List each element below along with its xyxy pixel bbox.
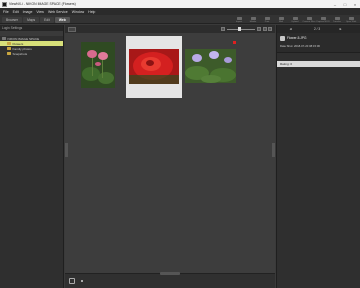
tab-maps[interactable]: Maps [23,16,40,23]
folder-icon [7,47,11,50]
menu-file[interactable]: File [3,10,9,14]
menu-help[interactable]: Help [88,10,95,14]
image-count: 2 / 3 [314,27,321,31]
window-title: ViewNX-i - NIKON IMAGE SPACE (Flowers) [9,2,76,6]
tree-item-snapshots[interactable]: Snapshots [0,51,63,56]
capture-icon [320,16,326,20]
thumbnail-size-slider[interactable] [227,27,255,31]
main-toolbar: Browser Maps Edit Web Import Mobile Prin… [0,15,360,24]
transfer-button[interactable]: Transfer [330,15,344,24]
upload-icon [292,16,298,20]
thumbnail-flower-3[interactable] [185,49,236,83]
transfer-icon [334,16,340,20]
thumbnail-flower-1[interactable] [81,42,115,88]
close-button[interactable]: × [350,0,360,8]
menu-web-service[interactable]: Web Service [48,10,68,14]
collapse-left-panel-handle[interactable] [65,143,68,157]
import-icon [236,16,242,20]
left-panel: Login Settings NIKON IMAGE SPACE Flowers… [0,25,64,288]
view-mode-dropdown[interactable] [68,26,76,32]
menu-view[interactable]: View [36,10,44,14]
next-image-button[interactable]: ► [339,27,342,31]
tab-edit[interactable]: Edit [40,16,54,23]
flower-photo-1 [81,42,115,88]
film-strip-handle[interactable] [160,272,180,275]
app-icon [2,1,7,7]
previous-image-button[interactable]: ◄ [289,27,292,31]
menu-edit[interactable]: Edit [13,10,19,14]
import-button[interactable]: Import [232,15,246,24]
thumbnail-toolbar [65,25,275,33]
mobile-button[interactable]: Mobile [246,15,260,24]
globe-icon [2,37,6,40]
upload-button[interactable]: Upload [288,15,302,24]
slider-thumb[interactable] [238,27,241,31]
minimize-button[interactable]: – [330,0,340,8]
mail-icon [278,16,284,20]
zoom-out-button[interactable] [221,27,225,31]
file-name: Flower-5.JPG [287,36,307,40]
arrow-icon[interactable] [81,280,83,282]
drive-icon[interactable] [69,278,75,284]
menu-bar: File Edit Image View Web Service Window … [0,8,360,15]
convert-files-button[interactable]: Convert Files [302,15,316,24]
thumbnail-flower-2[interactable] [129,49,179,84]
tab-browser[interactable]: Browser [2,16,23,23]
file-info: Flower-5.JPG Date Shot: 2018-07-20 08:15… [277,33,360,53]
print-icon [264,16,270,20]
flower-photo-2 [129,49,179,84]
open-with-icon [348,16,354,20]
thumbnail-area [65,25,275,288]
folder-icon [7,52,11,55]
menu-image[interactable]: Image [23,10,33,14]
filter-button[interactable] [268,27,272,31]
mobile-icon [250,16,256,20]
capture-nx-d-button[interactable]: Capture NX-D [316,15,330,24]
tab-web[interactable]: Web [54,16,70,23]
menu-window[interactable]: Window [72,10,84,14]
convert-icon [306,16,312,20]
zoom-in-button[interactable] [257,27,261,31]
collapse-right-panel-handle[interactable] [272,143,275,157]
flag-icon[interactable] [233,41,236,44]
maximize-button[interactable]: □ [340,0,350,8]
open-with-button[interactable]: Open With [344,15,358,24]
thumbnail-size-control [221,27,261,31]
mail-button[interactable]: Mail [274,15,288,24]
title-bar: ViewNX-i - NIKON IMAGE SPACE (Flowers) –… [0,0,360,8]
file-icon [280,36,285,41]
date-shot: Date Shot: 2018-07-20 08:15:06 [280,44,320,48]
rating-bar[interactable]: Rating: 0 [277,61,360,67]
sort-button[interactable] [263,27,267,31]
right-panel: ◄ 2 / 3 ► Flower-5.JPG Date Shot: 2018-0… [276,25,360,288]
print-button[interactable]: Print [260,15,274,24]
folder-icon [7,42,11,45]
image-navigator: ◄ 2 / 3 ► [277,25,360,33]
flower-photo-3 [185,49,236,83]
film-strip-bar [65,272,275,288]
